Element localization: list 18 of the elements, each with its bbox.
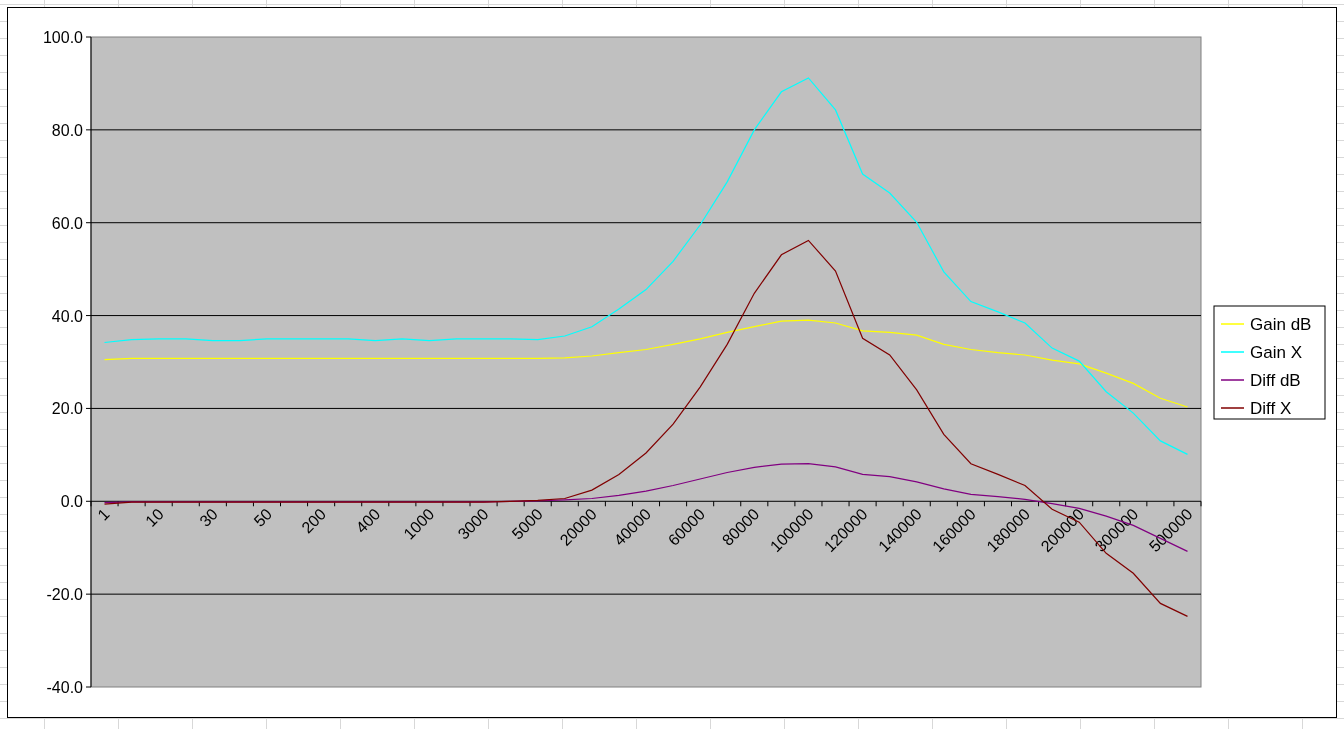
y-axis-label: 40.0 <box>51 307 83 325</box>
legend-label: Gain X <box>1250 343 1302 362</box>
y-axis-label: 60.0 <box>51 214 83 232</box>
x-axis-label: 200 <box>298 505 330 537</box>
y-axis-label: 20.0 <box>51 400 83 418</box>
legend-label: Diff dB <box>1250 371 1301 390</box>
y-axis-label: -20.0 <box>46 586 83 604</box>
x-axis-label: 400 <box>352 505 384 537</box>
x-axis-label: 50 <box>250 505 276 530</box>
y-axis-label: 0.0 <box>60 493 83 511</box>
y-axis-label: -40.0 <box>46 679 83 696</box>
y-axis-label: 100.0 <box>42 29 83 46</box>
x-axis-label: 30 <box>196 505 221 530</box>
x-axis-label: 10 <box>142 505 167 530</box>
legend-label: Diff X <box>1250 399 1292 418</box>
x-axis-label: 1 <box>94 505 113 524</box>
y-axis-label: 80.0 <box>51 121 83 139</box>
legend-label: Gain dB <box>1250 315 1312 334</box>
